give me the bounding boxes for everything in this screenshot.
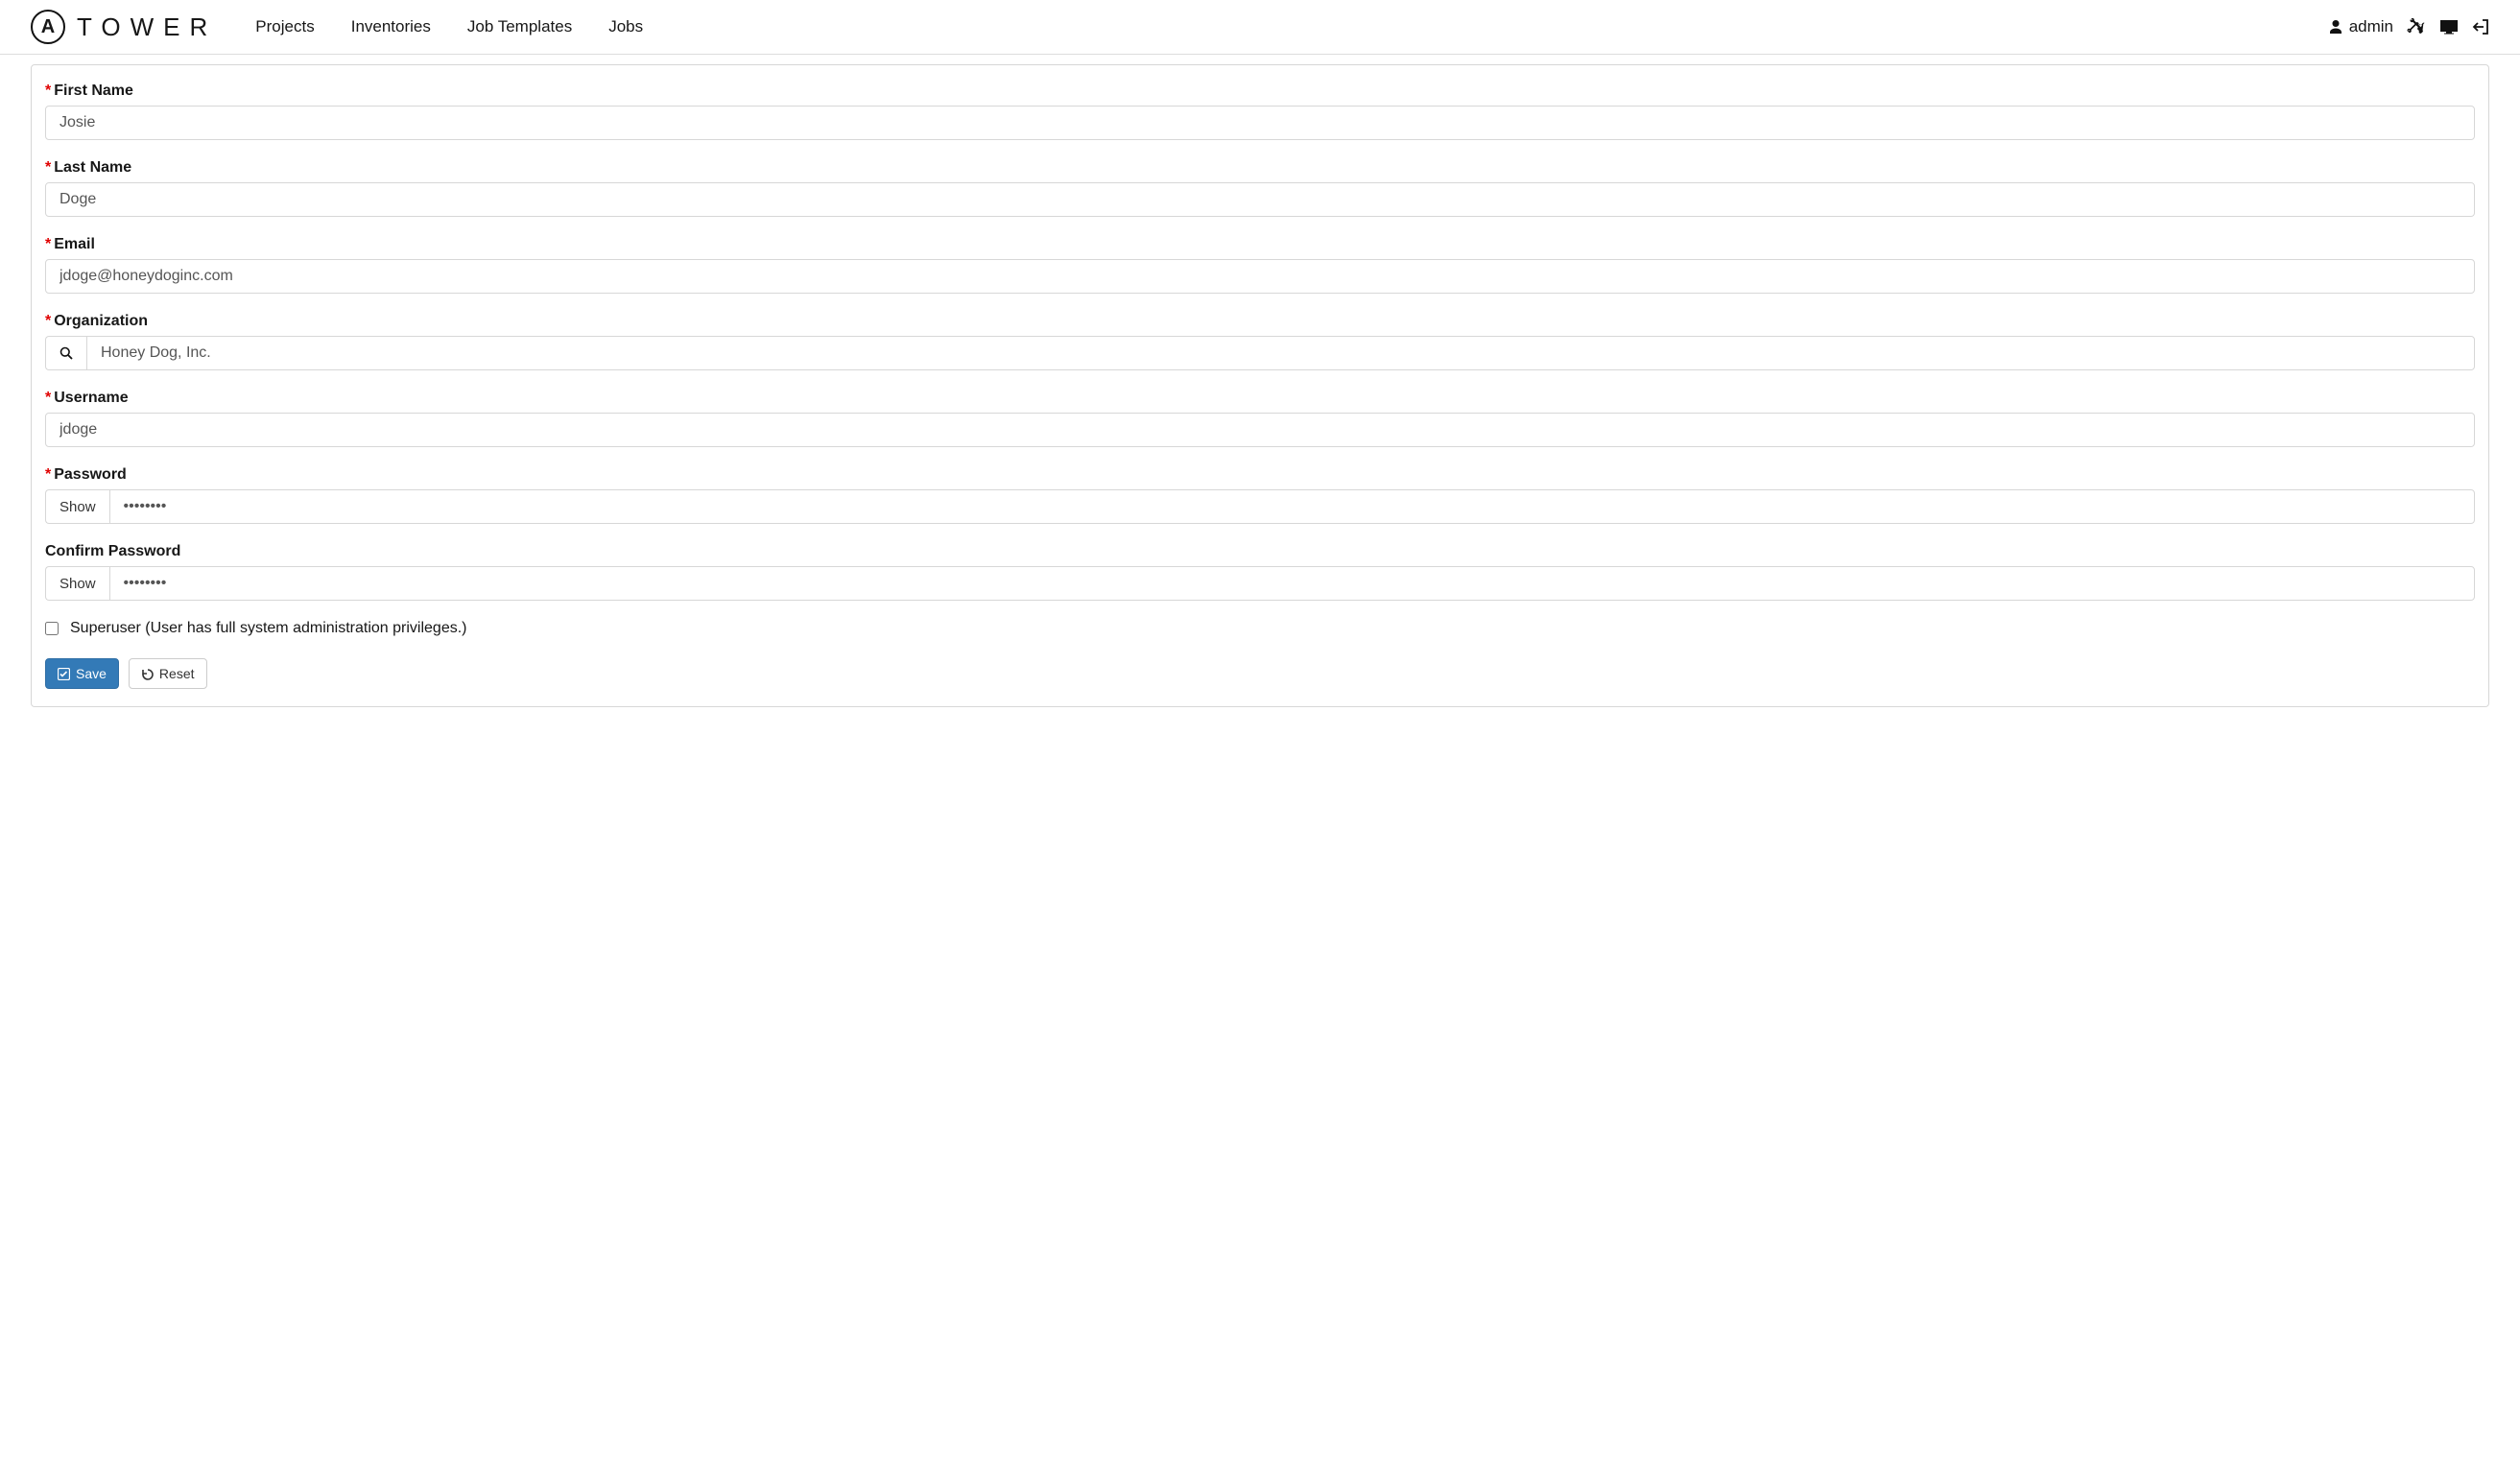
monitor-icon[interactable]	[2439, 19, 2459, 35]
reset-button[interactable]: Reset	[129, 658, 207, 689]
field-last-name: *Last Name	[45, 159, 2475, 217]
first-name-label: *First Name	[45, 83, 2475, 100]
header-right: admin	[2328, 17, 2489, 36]
confirm-password-input[interactable]	[109, 566, 2475, 601]
nav-jobs[interactable]: Jobs	[608, 17, 643, 36]
nav-inventories[interactable]: Inventories	[351, 17, 431, 36]
last-name-input[interactable]	[45, 182, 2475, 217]
field-organization: *Organization	[45, 313, 2475, 370]
password-input[interactable]	[109, 489, 2475, 524]
email-input[interactable]	[45, 259, 2475, 294]
confirm-password-label: Confirm Password	[45, 543, 2475, 560]
field-username: *Username	[45, 390, 2475, 447]
logo-icon: A	[31, 10, 65, 44]
confirm-password-show-button[interactable]: Show	[45, 566, 109, 601]
logout-icon[interactable]	[2472, 18, 2489, 36]
user-icon	[2328, 19, 2343, 35]
current-user-name: admin	[2349, 17, 2393, 36]
settings-icon[interactable]	[2407, 17, 2426, 36]
nav-job-templates[interactable]: Job Templates	[467, 17, 572, 36]
email-label: *Email	[45, 236, 2475, 253]
logo[interactable]: A TOWER	[31, 10, 217, 44]
main-nav: Projects Inventories Job Templates Jobs	[255, 17, 2327, 36]
nav-projects[interactable]: Projects	[255, 17, 314, 36]
password-show-button[interactable]: Show	[45, 489, 109, 524]
first-name-input[interactable]	[45, 106, 2475, 140]
logo-text: TOWER	[77, 12, 217, 42]
save-button[interactable]: Save	[45, 658, 119, 689]
field-email: *Email	[45, 236, 2475, 294]
user-form-panel: *First Name *Last Name *Email *Organizat…	[31, 64, 2489, 707]
search-icon	[59, 346, 73, 360]
undo-icon	[141, 668, 154, 680]
form-buttons: Save Reset	[45, 658, 2475, 689]
last-name-label: *Last Name	[45, 159, 2475, 177]
username-label: *Username	[45, 390, 2475, 407]
superuser-row: Superuser (User has full system administ…	[45, 620, 2475, 637]
field-first-name: *First Name	[45, 83, 2475, 140]
superuser-label: Superuser (User has full system administ…	[70, 620, 466, 637]
username-input[interactable]	[45, 413, 2475, 447]
current-user[interactable]: admin	[2328, 17, 2393, 36]
field-confirm-password: Confirm Password Show	[45, 543, 2475, 601]
organization-lookup-button[interactable]	[45, 336, 86, 370]
password-label: *Password	[45, 466, 2475, 484]
check-icon	[58, 668, 70, 680]
field-password: *Password Show	[45, 466, 2475, 524]
header: A TOWER Projects Inventories Job Templat…	[0, 0, 2520, 55]
superuser-checkbox[interactable]	[45, 622, 59, 635]
organization-label: *Organization	[45, 313, 2475, 330]
organization-input[interactable]	[86, 336, 2475, 370]
